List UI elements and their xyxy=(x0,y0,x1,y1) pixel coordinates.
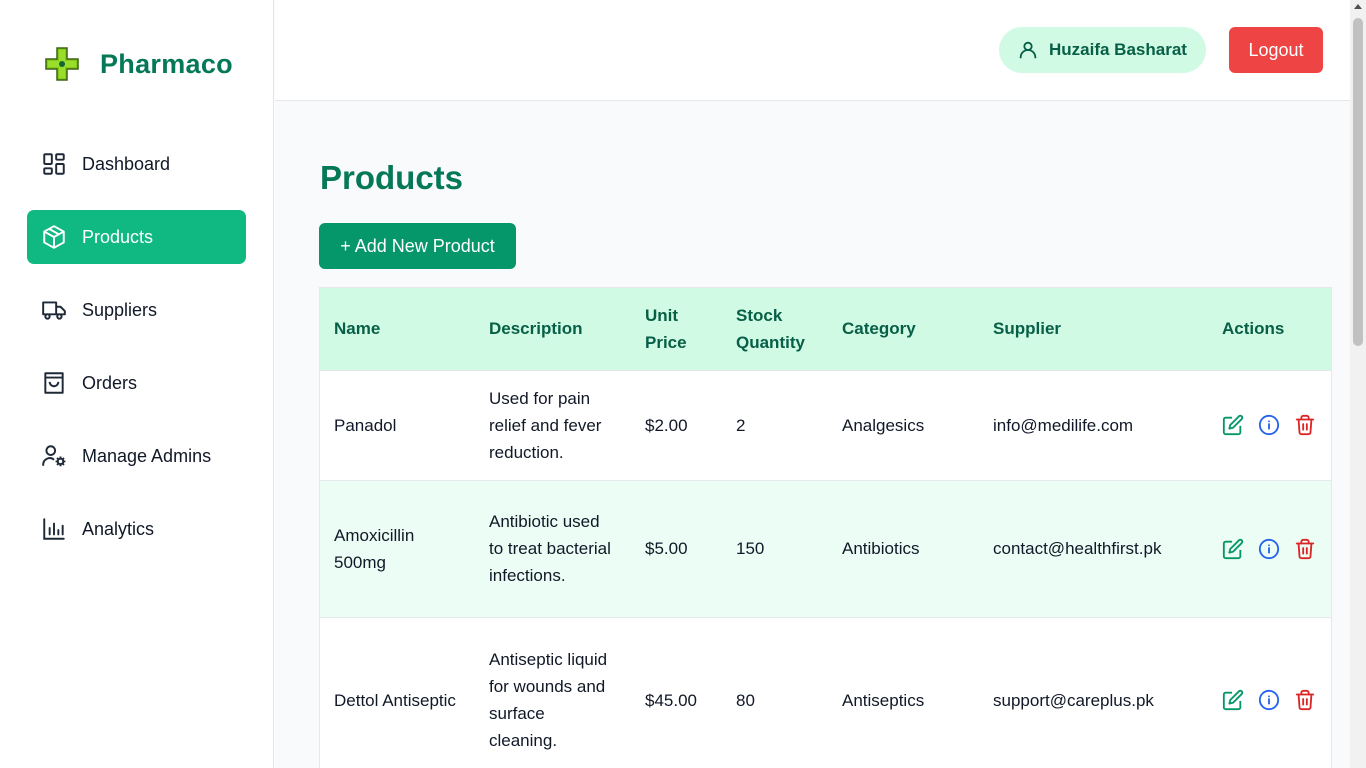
cell-unit-price: $5.00 xyxy=(645,539,688,558)
sidebar-item-label: Products xyxy=(82,226,154,247)
table-row: Amoxicillin 500mg Antibiotic used to tre… xyxy=(320,480,1331,617)
cell-category: Analgesics xyxy=(842,415,925,435)
cell-name: Panadol xyxy=(334,415,397,435)
cell-actions xyxy=(1208,617,1331,768)
user-icon xyxy=(1019,41,1037,59)
edit-icon[interactable] xyxy=(1222,689,1244,711)
table-row: Panadol Used for pain relief and fever r… xyxy=(320,370,1331,480)
sidebar-item-label: Analytics xyxy=(82,518,155,539)
delete-icon[interactable] xyxy=(1294,538,1316,560)
scrollbar-thumb[interactable] xyxy=(1353,18,1363,346)
cell-unit-price: $45.00 xyxy=(645,690,697,710)
table-header-row: Name Description Unit Price Stock Quanti… xyxy=(320,288,1331,370)
pharmacy-cross-icon xyxy=(45,47,79,81)
column-header-actions: Actions xyxy=(1222,319,1285,339)
cell-name: Dettol Antiseptic xyxy=(334,690,456,710)
info-icon[interactable] xyxy=(1258,538,1280,560)
dashboard-icon xyxy=(41,151,67,177)
delete-icon[interactable] xyxy=(1294,414,1316,436)
sidebar: Pharmaco Dashboard Products Suppliers Or… xyxy=(0,0,274,768)
sidebar-item-analytics[interactable]: Analytics xyxy=(27,502,246,556)
page-title: Products xyxy=(320,159,464,196)
column-header-stock-quantity[interactable]: Stock Quantity xyxy=(722,288,828,370)
sidebar-item-manage-admins[interactable]: Manage Admins xyxy=(27,429,246,483)
cell-description: Antiseptic liquid for wounds and surface… xyxy=(489,650,608,751)
products-table-container: Name Description Unit Price Stock Quanti… xyxy=(319,287,1332,768)
truck-icon xyxy=(41,297,67,323)
box-icon xyxy=(41,224,67,250)
main-content: Products + Add New Product Name Descript… xyxy=(275,101,1350,768)
cell-category: Antibiotics xyxy=(842,539,920,558)
top-bar: Huzaifa Basharat Logout xyxy=(275,0,1350,101)
column-header-category[interactable]: Category xyxy=(828,288,979,370)
column-header-description[interactable]: Description xyxy=(475,288,631,370)
products-table: Name Description Unit Price Stock Quanti… xyxy=(320,288,1331,768)
info-icon[interactable] xyxy=(1258,414,1280,436)
page-scrollbar[interactable] xyxy=(1350,0,1366,768)
scroll-up-arrow-icon[interactable] xyxy=(1354,4,1362,9)
cell-stock: 80 xyxy=(736,690,755,710)
edit-icon[interactable] xyxy=(1222,414,1244,436)
cell-stock: 150 xyxy=(736,539,765,558)
brand-name: Pharmaco xyxy=(100,48,233,79)
sidebar-item-dashboard[interactable]: Dashboard xyxy=(27,137,246,191)
shopping-bag-icon xyxy=(41,370,67,396)
logout-button[interactable]: Logout xyxy=(1229,27,1323,73)
cell-stock: 2 xyxy=(736,415,746,435)
info-icon[interactable] xyxy=(1258,689,1280,711)
cell-name: Amoxicillin 500mg xyxy=(334,525,415,572)
sidebar-nav: Dashboard Products Suppliers Orders Mana… xyxy=(27,137,246,575)
cell-supplier: contact@healthfirst.pk xyxy=(993,539,1162,558)
column-header-supplier[interactable]: Supplier xyxy=(979,288,1208,370)
user-gear-icon xyxy=(41,443,67,469)
cell-description: Antibiotic used to treat bacterial infec… xyxy=(489,512,611,585)
cell-description: Used for pain relief and fever reduction… xyxy=(489,388,602,462)
sidebar-item-orders[interactable]: Orders xyxy=(27,356,246,410)
column-header-unit-price[interactable]: Unit Price xyxy=(631,288,722,370)
sidebar-item-label: Orders xyxy=(82,372,138,393)
brand[interactable]: Pharmaco xyxy=(42,44,233,84)
cell-actions xyxy=(1208,480,1331,617)
sidebar-item-label: Dashboard xyxy=(82,153,171,174)
user-name: Huzaifa Basharat xyxy=(1049,40,1187,59)
user-profile-badge[interactable]: Huzaifa Basharat xyxy=(999,27,1206,73)
cell-unit-price: $2.00 xyxy=(645,415,688,435)
bar-chart-icon xyxy=(41,516,67,542)
delete-icon[interactable] xyxy=(1294,689,1316,711)
sidebar-item-label: Suppliers xyxy=(82,299,158,320)
table-row: Dettol Antiseptic Antiseptic liquid for … xyxy=(320,617,1331,768)
sidebar-item-suppliers[interactable]: Suppliers xyxy=(27,283,246,337)
cell-category: Antiseptics xyxy=(842,690,925,710)
cell-supplier: info@medilife.com xyxy=(993,415,1134,435)
cell-supplier: support@careplus.pk xyxy=(993,690,1154,710)
column-header-name[interactable]: Name xyxy=(320,288,475,370)
cell-actions xyxy=(1208,370,1331,480)
add-product-button[interactable]: + Add New Product xyxy=(319,223,516,269)
sidebar-item-products[interactable]: Products xyxy=(27,210,246,264)
sidebar-item-label: Manage Admins xyxy=(82,445,212,466)
edit-icon[interactable] xyxy=(1222,538,1244,560)
